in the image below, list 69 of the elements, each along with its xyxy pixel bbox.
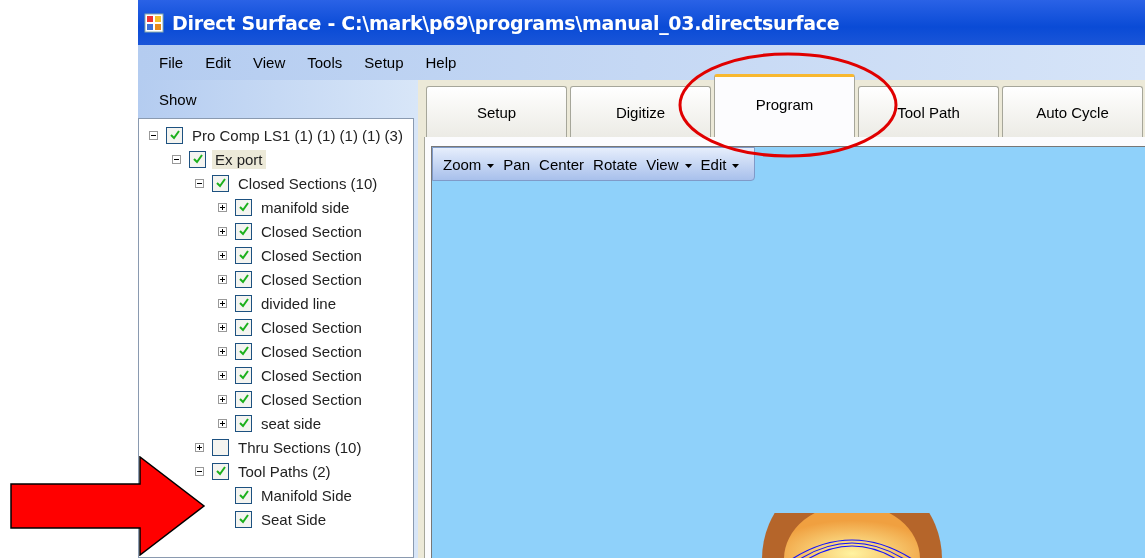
checkbox[interactable] [235, 318, 252, 336]
tree-item[interactable]: Closed Section [258, 389, 365, 409]
tree-item[interactable]: seat side [258, 413, 325, 433]
tree-item[interactable]: Closed Section [258, 269, 365, 289]
menu-item[interactable]: Help [414, 54, 468, 71]
tree-item[interactable]: Ex port [212, 149, 266, 169]
expander-icon[interactable] [218, 418, 227, 428]
checkbox[interactable] [235, 294, 252, 312]
expander-icon[interactable] [195, 178, 204, 188]
toolbar-button[interactable]: Edit [698, 155, 747, 173]
tab[interactable]: Program [714, 74, 855, 137]
toolbar-button[interactable]: Center [537, 155, 592, 173]
menu-item[interactable]: View [242, 54, 297, 71]
toolbar-button[interactable]: View [644, 155, 699, 173]
toolbar-button[interactable]: Rotate [591, 155, 645, 173]
checkbox[interactable] [235, 486, 252, 504]
tab[interactable]: Auto Cycle [1002, 86, 1143, 137]
toolbar-button[interactable]: Pan [501, 155, 538, 173]
expander-icon[interactable] [218, 346, 227, 356]
tree-item[interactable]: Thru Sections (10) [235, 437, 365, 457]
expander-icon[interactable] [218, 250, 227, 260]
menu-item[interactable]: Edit [194, 54, 243, 71]
checkbox[interactable] [212, 462, 229, 480]
tab[interactable]: Setup [426, 86, 567, 137]
expander-icon[interactable] [218, 298, 227, 308]
checkbox[interactable] [235, 270, 252, 288]
expander-icon[interactable] [218, 226, 227, 236]
menu-item[interactable]: Setup [353, 54, 415, 71]
tree-item[interactable]: divided line [258, 293, 340, 313]
tab[interactable]: Digitize [570, 86, 711, 137]
checkbox[interactable] [235, 342, 252, 360]
show-label: Show [159, 90, 197, 108]
checkbox[interactable] [212, 438, 229, 456]
tree-item[interactable]: Manifold Side [258, 485, 355, 505]
tree-item[interactable]: Pro Comp LS1 (1) (1) (1) (1) (3) [189, 125, 406, 145]
tab[interactable]: Tool Path [858, 86, 999, 137]
checkbox[interactable] [189, 150, 206, 168]
menu-item[interactable]: File [148, 54, 195, 71]
menu-item[interactable]: Tools [296, 54, 354, 71]
expander-icon[interactable] [218, 274, 227, 284]
expander-icon[interactable] [195, 442, 204, 452]
tree-item[interactable]: Closed Sections (10) [235, 173, 381, 193]
expander-icon[interactable] [218, 202, 227, 212]
checkbox[interactable] [235, 510, 252, 528]
toolbar-button[interactable]: Zoom [441, 155, 502, 173]
expander-icon[interactable] [218, 322, 227, 332]
checkbox[interactable] [235, 366, 252, 384]
tree-item[interactable]: Closed Section [258, 317, 365, 337]
checkbox[interactable] [235, 222, 252, 240]
checkbox[interactable] [235, 198, 252, 216]
expander-icon[interactable] [218, 394, 227, 404]
tree-item[interactable]: Closed Section [258, 341, 365, 361]
app-icon [144, 12, 164, 33]
tree-item[interactable]: Tool Paths (2) [235, 461, 334, 481]
tree-item[interactable]: manifold side [258, 197, 353, 217]
checkbox[interactable] [166, 126, 183, 144]
expander-icon[interactable] [149, 130, 158, 140]
tree-item[interactable]: Closed Section [258, 245, 365, 265]
window-title: Direct Surface - C:\mark\p69\programs\manual_03.directsurface [172, 11, 840, 34]
expander-icon[interactable] [172, 154, 181, 164]
tree-item[interactable]: Closed Section [258, 365, 365, 385]
tree-item[interactable]: Closed Section [258, 221, 365, 241]
expander-icon[interactable] [218, 370, 227, 380]
checkbox[interactable] [212, 174, 229, 192]
checkbox[interactable] [235, 246, 252, 264]
checkbox[interactable] [235, 390, 252, 408]
expander-icon[interactable] [195, 466, 204, 476]
tree-item[interactable]: Seat Side [258, 509, 330, 529]
checkbox[interactable] [235, 414, 252, 432]
